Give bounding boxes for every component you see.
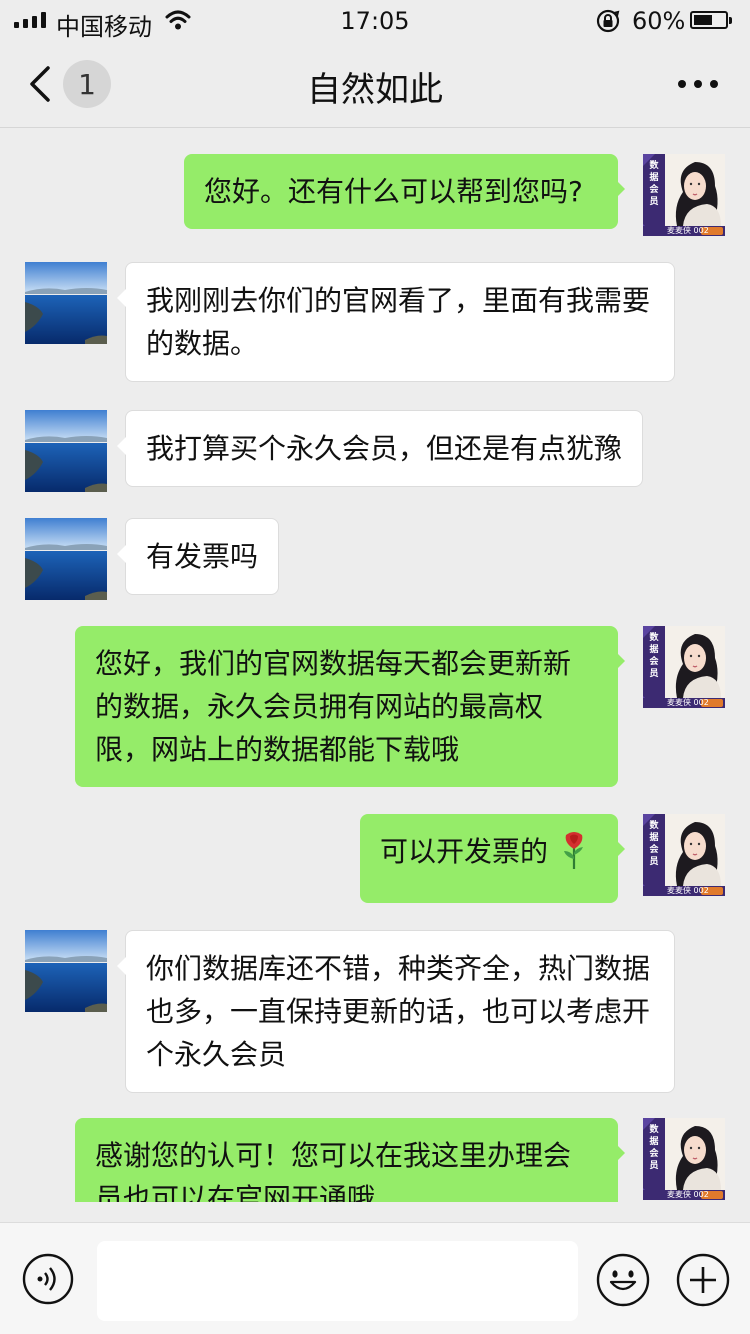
message-bubble-self[interactable]: 感谢您的认可！您可以在我这里办理会员也可以在官网开通哦 <box>75 1118 625 1202</box>
contact-avatar[interactable] <box>25 930 107 1012</box>
chat-title: 自然如此 <box>307 70 443 110</box>
message-bubble-other[interactable]: 有发票吗 <box>117 518 279 595</box>
message-list[interactable]: 您好。还有什么可以帮到您吗? 数据会员麦麦侠 002 我刚刚去你们的官网看了，里… <box>0 128 750 1202</box>
lake-photo <box>25 410 107 492</box>
avatar-vertical-label: 数据会员 <box>649 821 659 867</box>
message-bubble-other[interactable]: 你们数据库还不错，种类齐全，热门数据也多，一直保持更新的话，也可以考虑开个永久会… <box>117 930 675 1093</box>
message-text: 可以开发票的 <box>380 835 549 868</box>
contact-avatar[interactable] <box>25 518 107 600</box>
message-bubble-self[interactable]: 您好。还有什么可以帮到您吗? <box>184 154 625 229</box>
avatar-tag-label: 麦麦侠 002 <box>667 698 709 707</box>
lake-photo <box>25 930 107 1012</box>
contact-avatar[interactable] <box>25 410 107 492</box>
lake-photo <box>25 518 107 600</box>
message-bubble-other[interactable]: 我刚刚去你们的官网看了，里面有我需要的数据。 <box>117 262 675 382</box>
avatar-tag-label: 麦麦侠 002 <box>667 226 709 235</box>
avatar-tag-label: 麦麦侠 002 <box>667 1190 709 1199</box>
message-bubble-self[interactable]: 您好，我们的官网数据每天都会更新新的数据，永久会员拥有网站的最高权限，网站上的数… <box>75 626 625 787</box>
message-bubble-self[interactable]: 可以开发票的 <box>360 814 625 903</box>
avatar-vertical-label: 数据会员 <box>649 161 659 207</box>
self-avatar[interactable]: 数据会员麦麦侠 002 <box>643 814 725 896</box>
more-dots-icon[interactable] <box>678 80 718 88</box>
input-bar <box>0 1222 750 1334</box>
rose-emoji <box>563 832 583 869</box>
self-avatar[interactable]: 数据会员麦麦侠 002 <box>643 626 725 708</box>
avatar-vertical-label: 数据会员 <box>649 1125 659 1171</box>
lake-photo <box>25 262 107 344</box>
emoji-icon[interactable] <box>596 1253 650 1307</box>
contact-avatar[interactable] <box>25 262 107 344</box>
message-bubble-other[interactable]: 我打算买个永久会员，但还是有点犹豫 <box>117 410 643 487</box>
voice-icon[interactable] <box>22 1253 74 1305</box>
message-input[interactable] <box>97 1241 578 1321</box>
avatar-vertical-label: 数据会员 <box>649 633 659 679</box>
rotation-lock-icon <box>596 9 620 33</box>
plus-icon[interactable] <box>676 1253 730 1307</box>
avatar-tag-label: 麦麦侠 002 <box>667 886 709 895</box>
status-bar: 中国移动 17:05 60% <box>0 0 750 42</box>
chat-header: 1 自然如此 <box>0 42 750 128</box>
self-avatar[interactable]: 数据会员麦麦侠 002 <box>643 1118 725 1200</box>
battery-icon <box>690 11 732 29</box>
self-avatar[interactable]: 数据会员麦麦侠 002 <box>643 154 725 236</box>
battery-percent: 60% <box>632 7 686 35</box>
